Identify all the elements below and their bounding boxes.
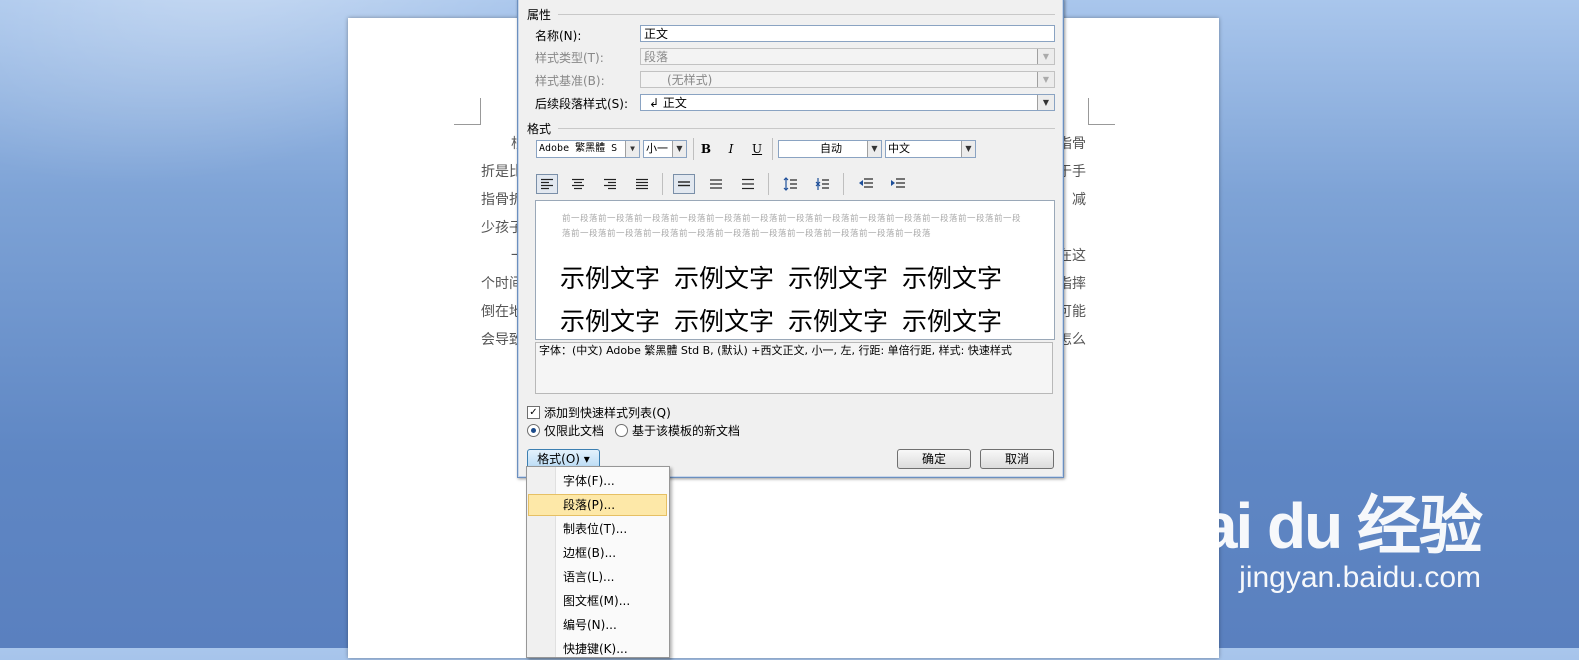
style-preview: 前一段落前一段落前一段落前一段落前一段落前一段落前一段落前一段落前一段落前一段落… [535, 200, 1055, 340]
justify-icon[interactable] [631, 174, 653, 194]
align-right-icon[interactable] [599, 174, 621, 194]
style-description: 字体：(中文) Adobe 繁黑體 Std B, (默认) +西文正文, 小一,… [535, 342, 1053, 394]
menu-item-paragraph[interactable]: 段落(P)... [528, 494, 667, 516]
toolbar-divider [693, 138, 694, 160]
sample-text-row: 示例文字 示例文字 示例文字 示例文字 [560, 259, 1016, 295]
style-type-label: 样式类型(T): [535, 51, 604, 65]
toolbar-divider [662, 173, 663, 195]
toolbar-divider [768, 173, 769, 195]
one-half-spacing-icon[interactable] [705, 174, 727, 194]
section-divider [558, 128, 1055, 129]
based-on-value: (无样式) [667, 73, 713, 87]
margin-corner-top-right [1088, 98, 1115, 125]
menu-item-language[interactable]: 语言(L)... [528, 566, 667, 588]
format-section-label: 格式 [527, 122, 552, 136]
based-on-label: 样式基准(B): [535, 74, 605, 88]
sample-text: 示例文字 [788, 264, 889, 293]
format-menu: 字体(F)... 段落(P)... 制表位(T)... 边框(B)... 语言(… [526, 466, 670, 658]
underline-button[interactable]: U [747, 139, 767, 159]
sample-text: 示例文字 [674, 307, 775, 336]
sample-text: 示例文字 [902, 307, 1003, 336]
double-spacing-icon[interactable] [737, 174, 759, 194]
only-this-document-radio[interactable]: 仅限此文档 [527, 422, 604, 439]
section-divider [558, 14, 1055, 15]
modify-style-dialog: 属性 名称(N): 正文 样式类型(T): 段落 ▼ 样式基准(B): (无样式… [517, 0, 1064, 478]
font-select[interactable]: Adobe 繁黑體 S ▼ [536, 140, 640, 158]
chevron-down-icon[interactable]: ▼ [672, 141, 686, 157]
italic-button[interactable]: I [721, 139, 741, 159]
properties-section-label: 属性 [527, 8, 552, 22]
chevron-down-icon[interactable]: ▼ [961, 141, 975, 157]
ok-button[interactable]: 确定 [897, 449, 971, 469]
chevron-down-icon[interactable]: ▼ [867, 141, 881, 157]
toolbar-divider [772, 138, 773, 160]
script-select-value: 中文 [888, 142, 910, 155]
menu-item-tabs[interactable]: 制表位(T)... [528, 518, 667, 540]
new-docs-template-label: 基于该模板的新文档 [632, 424, 741, 438]
size-select-value: 小一 [646, 142, 668, 155]
bold-button[interactable]: B [696, 139, 716, 159]
script-select[interactable]: 中文 ▼ [885, 140, 976, 158]
sample-text-row: 示例文字 示例文字 示例文字 示例文字 [560, 302, 1016, 338]
chevron-down-icon: ▼ [1037, 49, 1054, 64]
next-style-value: ↲ 正文 [649, 96, 687, 110]
margin-corner-top-left [454, 98, 481, 125]
font-color-value: 自动 [820, 142, 842, 155]
based-on-select: (无样式) ▼ [640, 71, 1055, 88]
radio-unselected-icon [615, 424, 628, 437]
single-spacing-icon[interactable] [673, 174, 695, 194]
align-left-icon[interactable] [536, 174, 558, 194]
decrease-indent-icon[interactable] [855, 174, 877, 194]
chevron-down-icon[interactable]: ▼ [625, 141, 639, 157]
menu-item-shortcut-key[interactable]: 快捷键(K)... [528, 638, 667, 660]
name-label: 名称(N): [535, 29, 582, 43]
add-to-quick-styles-label: 添加到快速样式列表(Q) [544, 406, 671, 420]
menu-item-font[interactable]: 字体(F)... [528, 470, 667, 492]
menu-item-borders[interactable]: 边框(B)... [528, 542, 667, 564]
watermark-logo: Bai du 经验 [1157, 490, 1483, 562]
sample-text: 示例文字 [560, 307, 661, 336]
add-to-quick-styles-checkbox[interactable]: ✓ 添加到快速样式列表(Q) [527, 404, 671, 421]
space-before-decrease-icon[interactable] [811, 174, 833, 194]
sample-text: 示例文字 [902, 264, 1003, 293]
next-style-select[interactable]: ↲ 正文 ▼ [640, 94, 1055, 111]
style-type-value: 段落 [644, 50, 669, 64]
style-type-select: 段落 ▼ [640, 48, 1055, 65]
previous-paragraph-preview: 前一段落前一段落前一段落前一段落前一段落前一段落前一段落前一段落前一段落前一段落… [562, 214, 1022, 239]
sample-text: 示例文字 [674, 264, 775, 293]
baidu-jingyan-watermark: Bai du 经验 jingyan.baidu.com [1157, 475, 1483, 595]
menu-item-numbering[interactable]: 编号(N)... [528, 614, 667, 636]
only-this-document-label: 仅限此文档 [544, 424, 605, 438]
cancel-button[interactable]: 取消 [980, 449, 1054, 469]
toolbar-divider [843, 173, 844, 195]
font-color-select[interactable]: 自动 ▼ [778, 140, 882, 158]
chevron-down-icon[interactable]: ▼ [1037, 95, 1054, 110]
font-select-value: Adobe 繁黑體 S [539, 143, 618, 154]
next-style-label: 后续段落样式(S): [535, 97, 629, 111]
menu-item-frame[interactable]: 图文框(M)... [528, 590, 667, 612]
chevron-down-icon: ▼ [1037, 72, 1054, 87]
radio-selected-icon [527, 424, 540, 437]
align-center-icon[interactable] [567, 174, 589, 194]
increase-indent-icon[interactable] [887, 174, 909, 194]
sample-text: 示例文字 [788, 307, 889, 336]
new-docs-template-radio[interactable]: 基于该模板的新文档 [615, 422, 740, 439]
space-before-increase-icon[interactable] [779, 174, 801, 194]
checkmark-icon: ✓ [527, 406, 540, 419]
sample-text: 示例文字 [560, 264, 661, 293]
size-select[interactable]: 小一 ▼ [643, 140, 687, 158]
name-field[interactable]: 正文 [640, 25, 1055, 42]
